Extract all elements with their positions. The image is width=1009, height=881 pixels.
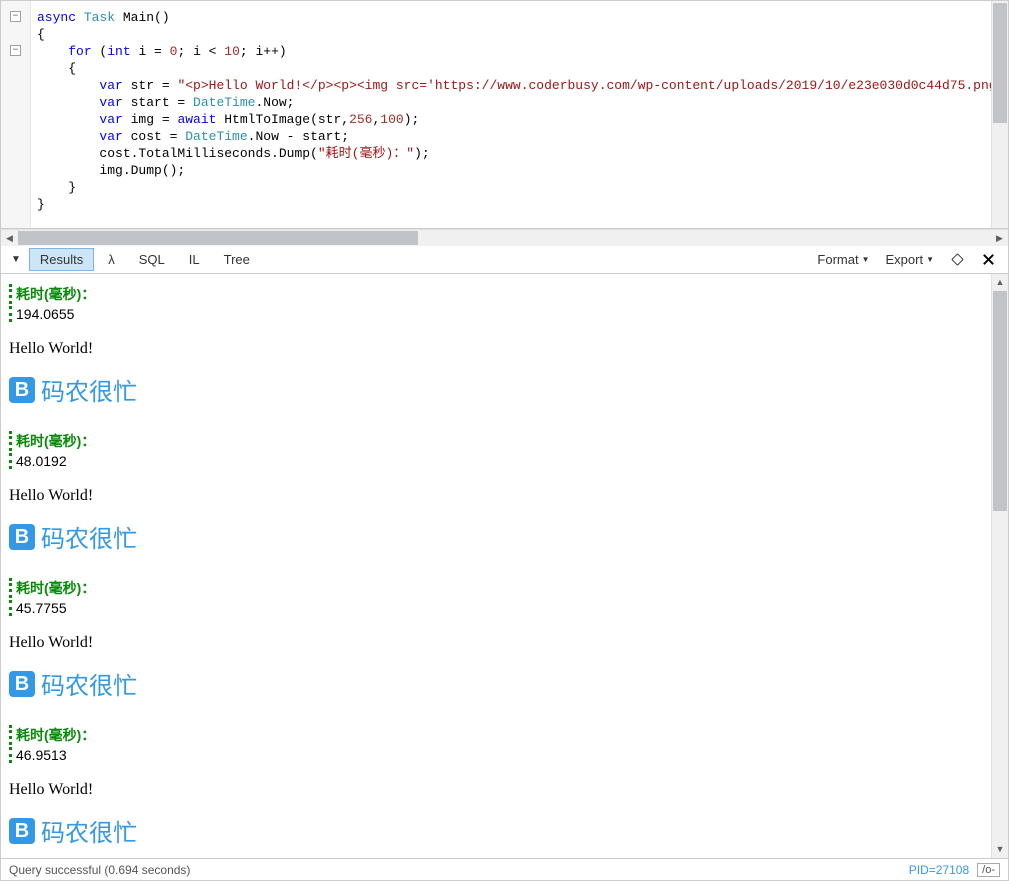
- scroll-right-icon[interactable]: ▶: [991, 230, 1008, 247]
- results-vertical-scrollbar[interactable]: ▲ ▼: [991, 274, 1008, 858]
- logo-text: 码农很忙: [41, 372, 137, 407]
- dropdown-icon[interactable]: ▼: [7, 254, 25, 265]
- logo-b-icon: B: [9, 818, 35, 844]
- results-tabbar: ▼ Results λ SQL IL Tree Format▼ Export▼: [1, 246, 1008, 274]
- status-mode[interactable]: /o-: [977, 863, 1000, 877]
- logo-image: B 码农很忙: [9, 519, 983, 554]
- dump-label: 耗时(毫秒)：: [9, 431, 983, 451]
- dump-label: 耗时(毫秒)：: [9, 725, 983, 745]
- autoscroll-icon[interactable]: [944, 249, 971, 270]
- results-pane: 耗时(毫秒)： 194.0655 Hello World! B 码农很忙 耗时(…: [1, 274, 1008, 858]
- results-body[interactable]: 耗时(毫秒)： 194.0655 Hello World! B 码农很忙 耗时(…: [1, 274, 991, 858]
- status-pid: PID=27108: [909, 863, 969, 877]
- close-icon[interactable]: [975, 249, 1002, 270]
- logo-image: B 码农很忙: [9, 813, 983, 848]
- logo-text: 码农很忙: [41, 519, 137, 554]
- scrollbar-thumb[interactable]: [993, 291, 1007, 511]
- tab-tree[interactable]: Tree: [214, 249, 260, 270]
- dump-value: 46.9513: [9, 747, 983, 763]
- status-message: Query successful (0.694 seconds): [9, 863, 190, 877]
- code-horizontal-scrollbar[interactable]: ◀ ▶: [1, 229, 1008, 246]
- dump-label: 耗时(毫秒)：: [9, 578, 983, 598]
- scroll-left-icon[interactable]: ◀: [1, 230, 18, 247]
- format-button[interactable]: Format▼: [811, 249, 875, 270]
- hello-text: Hello World!: [9, 634, 983, 652]
- code-editor-pane: − − async Task Main() { for (int i = 0; …: [1, 1, 1008, 229]
- fold-toggle[interactable]: −: [10, 45, 21, 56]
- logo-text: 码农很忙: [41, 666, 137, 701]
- fold-toggle[interactable]: −: [10, 11, 21, 22]
- dump-label: 耗时(毫秒)：: [9, 284, 983, 304]
- scrollbar-thumb[interactable]: [993, 3, 1007, 123]
- statusbar: Query successful (0.694 seconds) PID=271…: [1, 858, 1008, 880]
- scroll-down-icon[interactable]: ▼: [992, 841, 1008, 858]
- hello-text: Hello World!: [9, 340, 983, 358]
- dump-value: 48.0192: [9, 453, 983, 469]
- logo-b-icon: B: [9, 524, 35, 550]
- logo-image: B 码农很忙: [9, 666, 983, 701]
- logo-image: B 码农很忙: [9, 372, 983, 407]
- tab-lambda[interactable]: λ: [98, 249, 125, 270]
- tab-results[interactable]: Results: [29, 248, 94, 271]
- dump-value: 194.0655: [9, 306, 983, 322]
- hello-text: Hello World!: [9, 781, 983, 799]
- logo-b-icon: B: [9, 377, 35, 403]
- logo-text: 码农很忙: [41, 813, 137, 848]
- hello-text: Hello World!: [9, 487, 983, 505]
- code-gutter: − −: [1, 1, 31, 228]
- tab-sql[interactable]: SQL: [129, 249, 175, 270]
- code-vertical-scrollbar[interactable]: [991, 1, 1008, 228]
- dump-value: 45.7755: [9, 600, 983, 616]
- tab-il[interactable]: IL: [179, 249, 210, 270]
- logo-b-icon: B: [9, 671, 35, 697]
- export-button[interactable]: Export▼: [880, 249, 941, 270]
- scroll-up-icon[interactable]: ▲: [992, 274, 1008, 291]
- code-area[interactable]: async Task Main() { for (int i = 0; i < …: [31, 1, 991, 228]
- scrollbar-thumb[interactable]: [18, 231, 418, 245]
